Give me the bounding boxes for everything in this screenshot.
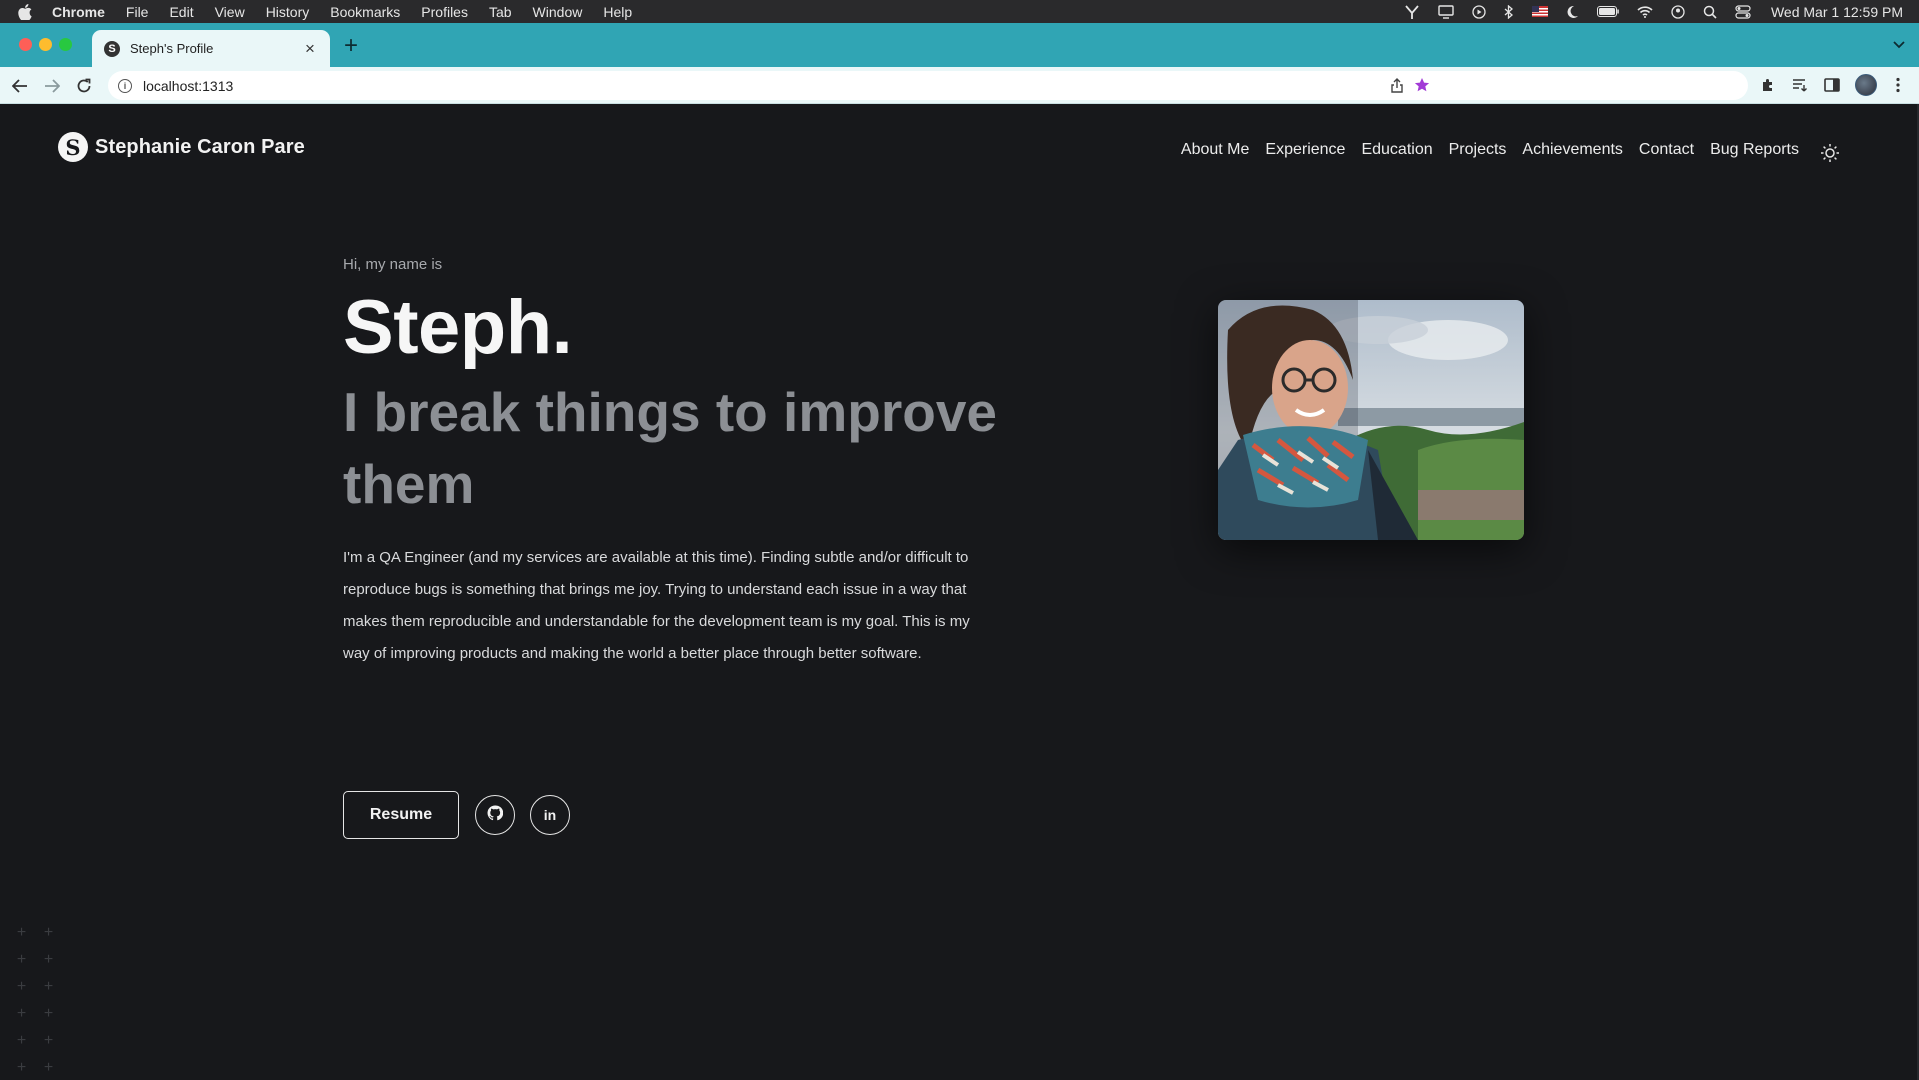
search-icon[interactable]: [1703, 5, 1717, 19]
window-minimize-button[interactable]: [39, 38, 52, 51]
nav-achievements[interactable]: Achievements: [1522, 141, 1623, 159]
extensions-puzzle-icon[interactable]: [1758, 75, 1778, 95]
tab-search-chevron-icon[interactable]: [1893, 36, 1905, 54]
menu-file[interactable]: File: [126, 4, 149, 20]
side-panel-icon[interactable]: [1822, 75, 1842, 95]
back-arrow-icon[interactable]: [10, 76, 30, 96]
tab-title: Steph's Profile: [130, 41, 214, 56]
url-text[interactable]: localhost:1313: [143, 78, 233, 94]
share-icon[interactable]: [1391, 78, 1403, 98]
reading-list-icon[interactable]: [1790, 75, 1810, 95]
menu-tab[interactable]: Tab: [489, 4, 512, 20]
github-button[interactable]: [475, 795, 515, 835]
hero-actions: Resume in: [343, 791, 570, 839]
macos-menu-bar: Chrome File Edit View History Bookmarks …: [0, 0, 1919, 23]
tab-close-icon[interactable]: ×: [302, 40, 318, 57]
menu-view[interactable]: View: [215, 4, 245, 20]
menu-history[interactable]: History: [266, 4, 310, 20]
linkedin-icon: in: [543, 807, 557, 823]
user-icon[interactable]: [1671, 4, 1685, 19]
fork-icon[interactable]: [1404, 4, 1420, 19]
control-center-icon[interactable]: [1735, 4, 1751, 19]
brand-name: Stephanie Caron Pare: [95, 135, 305, 158]
nav-projects[interactable]: Projects: [1449, 141, 1507, 159]
forward-arrow-icon[interactable]: [42, 76, 62, 96]
new-tab-button[interactable]: +: [344, 34, 358, 58]
nav-contact[interactable]: Contact: [1639, 141, 1694, 159]
hero-name: Steph.: [343, 285, 573, 370]
battery-icon[interactable]: [1596, 6, 1619, 17]
profile-avatar[interactable]: [1855, 74, 1877, 96]
display-icon[interactable]: [1438, 4, 1454, 19]
menu-app-name[interactable]: Chrome: [52, 4, 105, 20]
browser-toolbar: i localhost:1313: [0, 67, 1919, 104]
apple-icon[interactable]: [18, 3, 34, 20]
window-zoom-button[interactable]: [59, 38, 72, 51]
nav-experience[interactable]: Experience: [1265, 141, 1345, 159]
resume-button[interactable]: Resume: [343, 791, 459, 839]
window-close-button[interactable]: [19, 38, 32, 51]
kebab-menu-icon[interactable]: [1888, 75, 1908, 95]
menu-profiles[interactable]: Profiles: [421, 4, 468, 20]
flag-icon[interactable]: [1531, 6, 1548, 17]
menu-help[interactable]: Help: [603, 4, 632, 20]
wifi-icon[interactable]: [1637, 5, 1653, 18]
site-brand[interactable]: S Stephanie Caron Pare: [58, 132, 305, 162]
menu-edit[interactable]: Edit: [169, 4, 193, 20]
linkedin-button[interactable]: in: [530, 795, 570, 835]
menubar-clock[interactable]: Wed Mar 1 12:59 PM: [1771, 4, 1903, 20]
status-area: Wed Mar 1 12:59 PM: [1404, 0, 1903, 23]
menu-bookmarks[interactable]: Bookmarks: [330, 4, 400, 20]
address-bar[interactable]: i localhost:1313: [108, 71, 1748, 100]
hero-section: Hi, my name is Steph. I break things to …: [343, 256, 1063, 670]
bluetooth-icon[interactable]: [1504, 4, 1514, 19]
moon-icon[interactable]: [1566, 5, 1579, 19]
bookmark-star-icon[interactable]: [1414, 77, 1430, 98]
profile-photo: [1218, 300, 1524, 540]
decorative-plus-pattern: + + + + + + + + + + + +: [16, 924, 54, 1076]
play-icon[interactable]: [1472, 4, 1486, 19]
website-page: S Stephanie Caron Pare About Me Experien…: [0, 104, 1919, 1080]
reload-icon[interactable]: [74, 76, 94, 96]
hero-bio: I'm a QA Engineer (and my services are a…: [343, 549, 970, 662]
menu-window[interactable]: Window: [533, 4, 583, 20]
nav-education[interactable]: Education: [1361, 141, 1432, 159]
tab-favicon: S: [104, 40, 120, 57]
browser-tab-active[interactable]: S Steph's Profile ×: [92, 30, 330, 67]
sun-icon[interactable]: [1819, 142, 1841, 164]
hero-greeting: Hi, my name is: [343, 256, 443, 273]
hero-tagline: I break things to improve them: [343, 381, 998, 515]
nav-about-me[interactable]: About Me: [1181, 141, 1249, 159]
site-info-icon[interactable]: i: [118, 78, 132, 93]
nav-bug-reports[interactable]: Bug Reports: [1710, 141, 1799, 159]
browser-tab-strip: S Steph's Profile × +: [0, 23, 1919, 67]
brand-logo-icon: S: [58, 132, 88, 162]
site-nav: About Me Experience Education Projects A…: [1165, 141, 1799, 159]
github-icon: [487, 804, 504, 826]
